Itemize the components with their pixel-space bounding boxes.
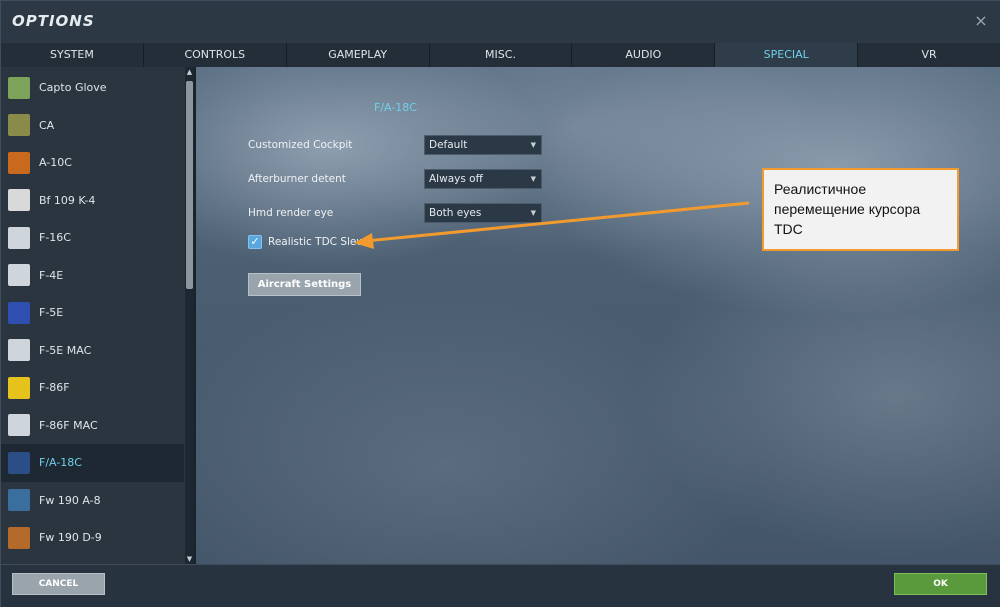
tab-misc[interactable]: MISC. — [429, 43, 573, 67]
section-title: F/A-18C — [374, 101, 417, 114]
tab-system[interactable]: SYSTEM — [1, 43, 144, 67]
customized-cockpit-dropdown[interactable]: Default ▼ — [424, 135, 542, 155]
hmd-render-eye-dropdown[interactable]: Both eyes ▼ — [424, 203, 542, 223]
afterburner-detent-label: Afterburner detent — [248, 173, 346, 185]
sidebar-item-label: F-5E — [39, 306, 64, 320]
title-bar: OPTIONS × — [1, 1, 1000, 43]
dropdown-value: Always off — [429, 173, 483, 185]
chevron-down-icon: ▼ — [530, 141, 536, 149]
sidebar-item-f86f-mac[interactable]: F-86F MAC — [1, 407, 184, 445]
ca-icon — [8, 114, 30, 137]
f86f-icon — [8, 376, 30, 399]
a10c-icon — [8, 151, 30, 174]
sidebar-item-f4e[interactable]: F-4E — [1, 257, 184, 295]
ok-button[interactable]: OK — [894, 573, 987, 595]
sidebar-item-label: Capto Glove — [39, 81, 107, 95]
realistic-tdc-slew-label[interactable]: Realistic TDC Slew — [268, 236, 365, 248]
special-settings-panel: F/A-18C Customized Cockpit Default ▼ Aft… — [196, 67, 1000, 564]
bf109-icon — [8, 189, 30, 212]
sidebar-item-ca[interactable]: CA — [1, 107, 184, 145]
tab-gameplay[interactable]: GAMEPLAY — [286, 43, 430, 67]
options-window: OPTIONS × SYSTEM CONTROLS GAMEPLAY MISC.… — [0, 0, 1000, 607]
window-title: OPTIONS — [12, 12, 95, 30]
sidebar-item-f5e[interactable]: F-5E — [1, 294, 184, 332]
dcs-icon — [8, 414, 30, 437]
f5e-icon — [8, 301, 30, 324]
sidebar-scrollbar[interactable]: ▲ ▼ — [185, 67, 194, 564]
cancel-button[interactable]: CANCEL — [12, 573, 105, 595]
dropdown-value: Default — [429, 139, 468, 151]
chevron-down-icon: ▼ — [530, 209, 536, 217]
sidebar-item-fw190d9[interactable]: Fw 190 D-9 — [1, 519, 184, 557]
hornet-icon — [8, 451, 30, 474]
sidebar-item-label: F-86F MAC — [39, 418, 98, 432]
fw190d9-icon — [8, 526, 30, 549]
sidebar-item-f86f[interactable]: F-86F — [1, 369, 184, 407]
dcs-icon — [8, 226, 30, 249]
scroll-down-icon[interactable]: ▼ — [185, 554, 194, 564]
tab-bar: SYSTEM CONTROLS GAMEPLAY MISC. AUDIO SPE… — [1, 43, 1000, 67]
customized-cockpit-label: Customized Cockpit — [248, 139, 353, 151]
sidebar-item-label: Fw 190 A-8 — [39, 493, 101, 507]
hmd-render-eye-label: Hmd render eye — [248, 207, 334, 219]
bottom-bar: CANCEL OK — [1, 564, 1000, 607]
module-list: Capto Glove CA A-10C Bf 109 K-4 F-16C F-… — [1, 67, 196, 564]
scroll-up-icon[interactable]: ▲ — [185, 67, 194, 77]
scrollbar-thumb[interactable] — [186, 81, 193, 289]
sidebar-item-capto-glove[interactable]: Capto Glove — [1, 69, 184, 107]
realistic-tdc-slew-checkbox[interactable]: ✓ — [248, 235, 262, 249]
chevron-down-icon: ▼ — [530, 175, 536, 183]
sidebar-item-label: Bf 109 K-4 — [39, 193, 96, 207]
dropdown-value: Both eyes — [429, 207, 482, 219]
sidebar-item-label: F-5E MAC — [39, 343, 92, 357]
dcs-icon — [8, 264, 30, 287]
sidebar-item-label: F-4E — [39, 268, 64, 282]
sidebar-item-label: Fw 190 D-9 — [39, 531, 102, 545]
sidebar-item-label: A-10C — [39, 156, 72, 170]
sidebar-item-a10c[interactable]: A-10C — [1, 144, 184, 182]
sidebar-item-fw190a8[interactable]: Fw 190 A-8 — [1, 482, 184, 520]
tab-controls[interactable]: CONTROLS — [143, 43, 287, 67]
afterburner-detent-dropdown[interactable]: Always off ▼ — [424, 169, 542, 189]
tab-audio[interactable]: AUDIO — [572, 43, 716, 67]
dcs-icon — [8, 339, 30, 362]
sidebar-item-label: F-86F — [39, 381, 70, 395]
sidebar-item-label: F/A-18C — [39, 456, 82, 470]
aircraft-settings-button[interactable]: Aircraft Settings — [248, 273, 361, 296]
sidebar-item-bf109[interactable]: Bf 109 K-4 — [1, 182, 184, 220]
tab-special[interactable]: SPECIAL — [715, 43, 859, 67]
capto-glove-icon — [8, 76, 30, 99]
sidebar-item-f16c[interactable]: F-16C — [1, 219, 184, 257]
fw190a8-icon — [8, 489, 30, 512]
sidebar-item-f5e-mac[interactable]: F-5E MAC — [1, 332, 184, 370]
sidebar-item-fa18c[interactable]: F/A-18C — [1, 444, 184, 482]
close-icon[interactable]: × — [973, 12, 989, 30]
sidebar-item-label: CA — [39, 118, 55, 132]
sidebar-item-label: F-16C — [39, 231, 71, 245]
annotation-callout: Реалистичное перемещение курсора TDC — [762, 168, 959, 251]
tab-vr[interactable]: VR — [858, 43, 1000, 67]
